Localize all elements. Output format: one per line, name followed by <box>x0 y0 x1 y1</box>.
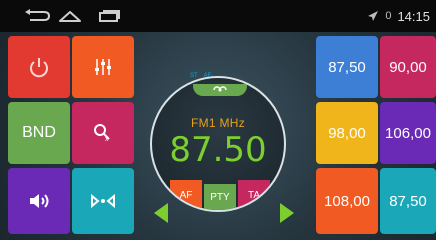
frequency-display: 87.50 <box>169 130 267 170</box>
stereo-icon <box>91 193 115 209</box>
home-icon[interactable] <box>56 6 84 26</box>
preset-6[interactable]: 87,50 <box>380 168 436 234</box>
frequency-dial: FM1 MHz 87.50 AF PTY TA <box>150 64 286 226</box>
preset-3[interactable]: 98,00 <box>316 102 378 164</box>
radio-main: BND x ST AF <box>0 32 436 240</box>
search-icon: x <box>94 124 110 143</box>
radio-screen: 0 14:15 BND x ST FM1 MHz 87.50 AF PTY TA… <box>0 0 436 240</box>
svg-text:x: x <box>105 136 109 143</box>
power-button[interactable] <box>8 36 70 98</box>
seek-back-button[interactable] <box>152 202 170 224</box>
seek-back-icon <box>154 203 168 223</box>
power-icon <box>30 58 48 78</box>
equalizer-button[interactable] <box>72 36 134 98</box>
preset-5-label: 108,00 <box>324 192 370 210</box>
af-label: AF <box>179 189 193 201</box>
preset-4-label: 106,00 <box>385 124 431 142</box>
back-icon[interactable] <box>20 6 54 26</box>
scan-icon <box>213 86 227 92</box>
volume-icon <box>30 194 49 208</box>
preset-1-label: 87,50 <box>328 58 366 76</box>
seek-forward-button[interactable] <box>278 202 296 224</box>
recent-apps-icon[interactable] <box>95 6 123 26</box>
clock: 14:15 <box>397 8 430 24</box>
dial-circle: FM1 MHz 87.50 AF PTY TA <box>150 76 286 212</box>
preset-4[interactable]: 106,00 <box>380 102 436 164</box>
preset-1[interactable]: 87,50 <box>316 36 378 98</box>
preset-2[interactable]: 90,00 <box>380 36 436 98</box>
gps-value: 0 <box>385 10 392 22</box>
seek-forward-icon <box>280 203 294 223</box>
scan-button[interactable] <box>193 84 247 96</box>
preset-6-label: 87,50 <box>389 192 427 210</box>
af-button[interactable]: AF <box>170 180 202 210</box>
preset-5[interactable]: 108,00 <box>316 168 378 234</box>
pty-label: PTY <box>210 191 230 203</box>
stereo-button[interactable] <box>72 168 134 234</box>
status-indicators: 0 14:15 <box>367 8 430 24</box>
band-button[interactable]: BND <box>8 102 70 164</box>
ta-button[interactable]: TA <box>238 180 270 210</box>
gps-icon <box>368 11 379 21</box>
status-bar: 0 14:15 <box>0 0 436 32</box>
pty-button[interactable]: PTY <box>204 184 236 210</box>
band-label: FM1 MHz <box>190 116 246 130</box>
band-button-label: BND <box>22 124 56 141</box>
preset-2-label: 90,00 <box>389 58 427 76</box>
search-button[interactable]: x <box>72 102 134 164</box>
ta-label: TA <box>247 189 261 201</box>
equalizer-icon <box>95 59 111 75</box>
preset-3-label: 98,00 <box>328 124 366 142</box>
volume-button[interactable] <box>8 168 70 234</box>
